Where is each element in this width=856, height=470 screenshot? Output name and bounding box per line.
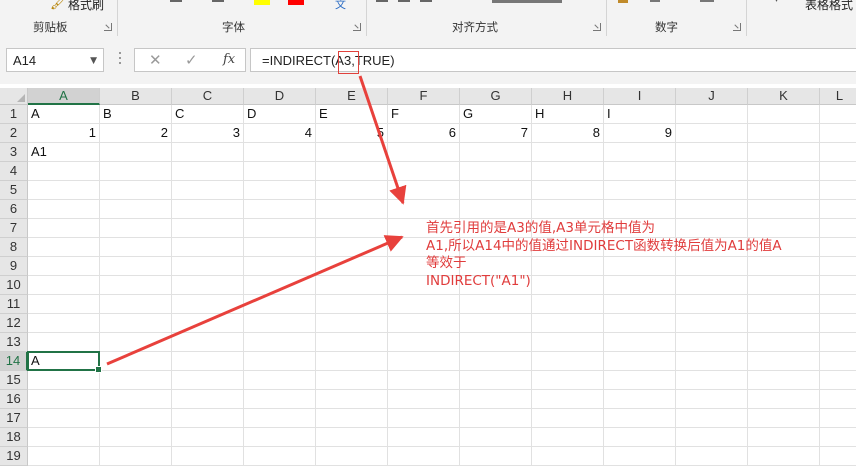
arrow-from-a14 bbox=[106, 235, 404, 366]
annotation-arrows bbox=[106, 75, 407, 366]
arrow-from-formula bbox=[358, 75, 407, 205]
